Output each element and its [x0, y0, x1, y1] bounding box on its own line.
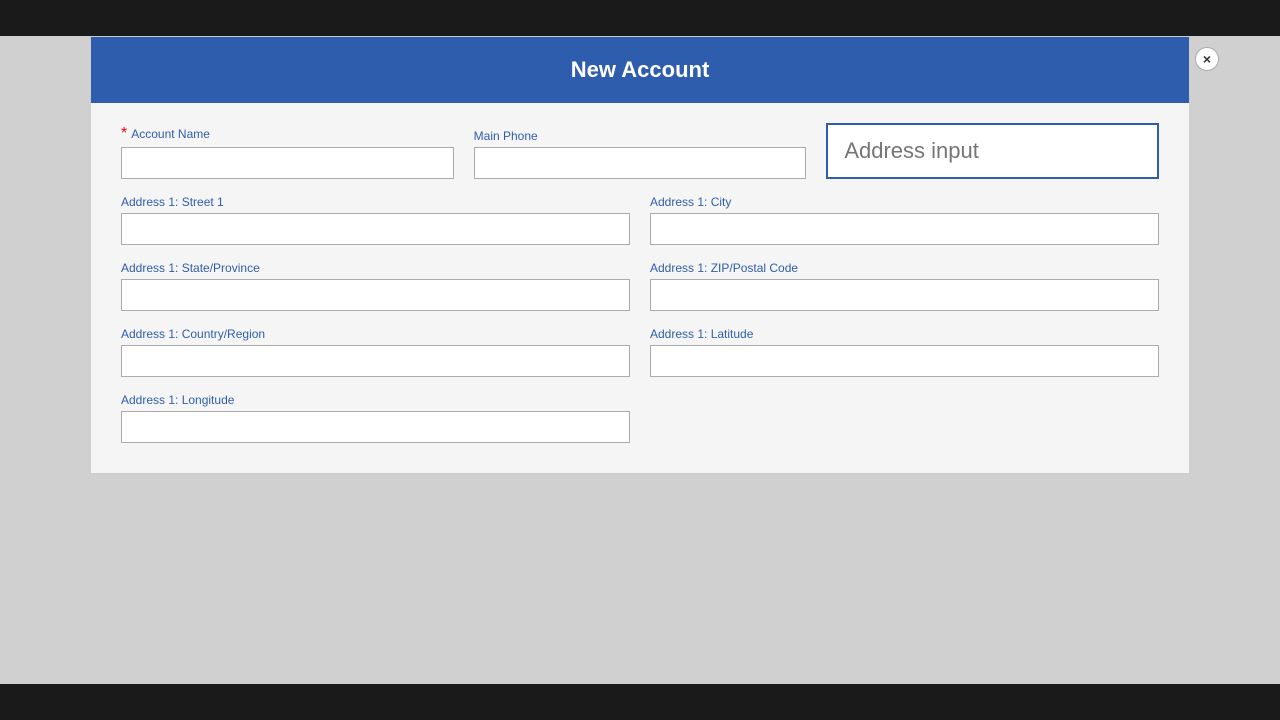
city-label: Address 1: City — [650, 195, 1159, 209]
required-star: * — [121, 125, 127, 143]
top-bar — [0, 0, 1280, 36]
zip-input[interactable] — [650, 279, 1159, 311]
country-group: Address 1: Country/Region — [121, 327, 630, 377]
address-input-wrapper — [826, 123, 1159, 179]
street1-group: Address 1: Street 1 — [121, 195, 630, 245]
zip-label: Address 1: ZIP/Postal Code — [650, 261, 1159, 275]
address-section: Address 1: Street 1 Address 1: City Addr… — [121, 195, 1159, 443]
modal-header: New Account — [91, 37, 1189, 103]
close-button[interactable]: × — [1195, 47, 1219, 71]
state-label: Address 1: State/Province — [121, 261, 630, 275]
latitude-input[interactable] — [650, 345, 1159, 377]
account-name-label-row: * Account Name — [121, 125, 454, 143]
address-input-field[interactable] — [826, 123, 1159, 179]
city-input[interactable] — [650, 213, 1159, 245]
account-name-label: Account Name — [131, 127, 210, 141]
state-input[interactable] — [121, 279, 630, 311]
account-name-group: * Account Name — [121, 125, 454, 179]
longitude-group: Address 1: Longitude — [121, 393, 630, 443]
longitude-input[interactable] — [121, 411, 630, 443]
street1-input[interactable] — [121, 213, 630, 245]
street1-label: Address 1: Street 1 — [121, 195, 630, 209]
zip-group: Address 1: ZIP/Postal Code — [650, 261, 1159, 311]
country-input[interactable] — [121, 345, 630, 377]
modal-title: New Account — [571, 57, 710, 82]
modal-wrapper: New Account × * Account Name Main Phone — [0, 36, 1280, 684]
top-row: * Account Name Main Phone — [121, 123, 1159, 179]
state-group: Address 1: State/Province — [121, 261, 630, 311]
account-name-input[interactable] — [121, 147, 454, 179]
country-label: Address 1: Country/Region — [121, 327, 630, 341]
bottom-bar — [0, 684, 1280, 720]
main-phone-group: Main Phone — [474, 129, 807, 179]
main-phone-label: Main Phone — [474, 129, 807, 143]
latitude-label: Address 1: Latitude — [650, 327, 1159, 341]
modal: New Account × * Account Name Main Phone — [90, 36, 1190, 474]
main-phone-input[interactable] — [474, 147, 807, 179]
city-group: Address 1: City — [650, 195, 1159, 245]
latitude-group: Address 1: Latitude — [650, 327, 1159, 377]
modal-body: * Account Name Main Phone Address 1: Str… — [91, 103, 1189, 473]
longitude-label: Address 1: Longitude — [121, 393, 630, 407]
